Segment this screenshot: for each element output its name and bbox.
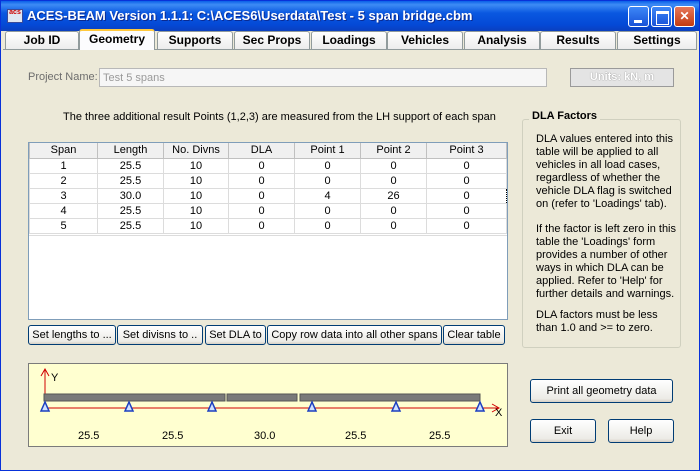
project-name-input[interactable]	[99, 68, 547, 87]
cell-divisions[interactable]: 10	[163, 202, 229, 219]
span-length-label: 25.5	[429, 430, 451, 442]
cell-point1[interactable]: 0	[294, 202, 361, 219]
column-header-point2: Point 2	[360, 143, 427, 159]
tab-sec-props[interactable]: Sec Props	[234, 31, 310, 49]
cell-length[interactable]: 25.5	[97, 157, 164, 174]
cell-dla[interactable]: 0	[228, 172, 295, 189]
span-length-label: 25.5	[78, 430, 100, 442]
window-title: ACES-BEAM Version 1.1.1: C:\ACES6\Userda…	[27, 8, 473, 23]
cell-span[interactable]: 2	[29, 172, 98, 189]
copy-row-button[interactable]: Copy row data into all other spans	[267, 325, 442, 345]
span-length-label: 25.5	[162, 430, 184, 442]
cell-divisions[interactable]: 10	[163, 217, 229, 234]
result-points-info: The three additional result Points (1,2,…	[63, 111, 496, 123]
cell-length[interactable]: 25.5	[97, 202, 164, 219]
span-data-grid[interactable]: Span Length No. Divns DLA Point 1 Point …	[28, 142, 508, 320]
support-icon	[123, 400, 135, 412]
cell-point2[interactable]: 0	[360, 202, 427, 219]
beam-segment-2	[226, 393, 298, 402]
cell-point2[interactable]: 0	[360, 172, 427, 189]
table-header-row: Span Length No. Divns DLA Point 1 Point …	[29, 143, 507, 159]
span-length-label: 25.5	[345, 430, 367, 442]
cell-span[interactable]: 4	[29, 202, 98, 219]
cell-point1[interactable]: 0	[294, 172, 361, 189]
maximize-icon[interactable]	[651, 6, 672, 27]
tab-settings[interactable]: Settings	[617, 31, 697, 49]
cell-point3-selected[interactable]: 0	[426, 187, 507, 204]
support-icon	[306, 400, 318, 412]
column-header-length: Length	[97, 143, 164, 159]
tab-supports[interactable]: Supports	[157, 31, 233, 49]
set-lengths-button[interactable]: Set lengths to ...	[28, 325, 116, 345]
exit-button[interactable]: Exit	[530, 419, 596, 443]
tab-vehicles[interactable]: Vehicles	[387, 31, 463, 49]
cell-point3[interactable]: 0	[426, 157, 507, 174]
cell-span[interactable]: 3	[29, 187, 98, 204]
tab-results[interactable]: Results	[540, 31, 616, 49]
close-icon[interactable]: ✕	[674, 6, 695, 27]
cell-point2[interactable]: 26	[360, 187, 427, 204]
set-divisions-button[interactable]: Set divisns to ..	[117, 325, 203, 345]
y-axis-label: Y	[51, 372, 59, 384]
cell-divisions[interactable]: 10	[163, 187, 229, 204]
dla-help-paragraph-1: DLA values entered into this table will …	[536, 133, 673, 210]
cell-span[interactable]: 1	[29, 157, 98, 174]
table-row: 2 25.5 10 0 0 0 0	[29, 172, 507, 189]
table-row: 3 30.0 10 0 4 26 0	[29, 187, 507, 204]
cell-point3[interactable]: 0	[426, 172, 507, 189]
table-row: 5 25.5 10 0 0 0 0	[29, 217, 507, 234]
tab-geometry[interactable]: Geometry	[79, 29, 155, 50]
column-header-dla: DLA	[228, 143, 295, 159]
app-icon: acs	[7, 9, 23, 23]
table-row: 4 25.5 10 0 0 0 0	[29, 202, 507, 219]
title-bar: acs ACES-BEAM Version 1.1.1: C:\ACES6\Us…	[1, 1, 699, 31]
span-length-label: 30.0	[254, 430, 276, 442]
column-header-span: Span	[29, 143, 98, 159]
cell-point3[interactable]: 0	[426, 202, 507, 219]
cell-length[interactable]: 30.0	[97, 187, 164, 204]
beam-segment-3	[299, 393, 481, 402]
tab-loadings[interactable]: Loadings	[311, 31, 387, 49]
cell-point2[interactable]: 0	[360, 217, 427, 234]
cell-divisions[interactable]: 10	[163, 157, 229, 174]
help-button[interactable]: Help	[608, 419, 674, 443]
tab-analysis[interactable]: Analysis	[464, 31, 540, 49]
beam-segment-1	[43, 393, 226, 402]
cell-dla[interactable]: 0	[228, 217, 295, 234]
cell-dla[interactable]: 0	[228, 202, 295, 219]
app-window: acs ACES-BEAM Version 1.1.1: C:\ACES6\Us…	[0, 0, 700, 471]
column-header-point1: Point 1	[294, 143, 361, 159]
x-axis-label: X	[495, 407, 503, 419]
units-display: Units: kN, m	[570, 68, 674, 87]
minimize-icon[interactable]	[628, 6, 649, 27]
support-icon	[206, 400, 218, 412]
support-icon	[390, 400, 402, 412]
cell-dla[interactable]: 0	[228, 157, 295, 174]
cell-point1[interactable]: 0	[294, 217, 361, 234]
support-icon	[474, 400, 486, 412]
cell-dla[interactable]: 0	[228, 187, 295, 204]
app-icon-text: acs	[9, 9, 21, 16]
cell-span[interactable]: 5	[29, 217, 98, 234]
cell-point1[interactable]: 4	[294, 187, 361, 204]
cell-length[interactable]: 25.5	[97, 172, 164, 189]
cell-divisions[interactable]: 10	[163, 172, 229, 189]
dla-factors-title: DLA Factors	[529, 110, 600, 122]
clear-table-button[interactable]: Clear table	[443, 325, 505, 345]
column-header-divisions: No. Divns	[163, 143, 229, 159]
cell-point3[interactable]: 0	[426, 217, 507, 234]
print-geometry-button[interactable]: Print all geometry data	[530, 379, 673, 403]
grid-empty-area	[29, 235, 507, 319]
tab-job-id[interactable]: Job ID	[5, 31, 79, 49]
set-dla-button[interactable]: Set DLA to	[205, 325, 266, 345]
dla-help-paragraph-3: DLA factors must be less than 1.0 and >=…	[536, 309, 658, 334]
column-header-point3: Point 3	[426, 143, 507, 159]
project-name-label: Project Name:	[28, 71, 98, 83]
dla-help-paragraph-2: If the factor is left zero in this table…	[536, 223, 677, 300]
cell-point1[interactable]: 0	[294, 157, 361, 174]
cell-point2[interactable]: 0	[360, 157, 427, 174]
cell-length[interactable]: 25.5	[97, 217, 164, 234]
support-icon	[39, 400, 51, 412]
table-row: 1 25.5 10 0 0 0 0	[29, 157, 507, 174]
